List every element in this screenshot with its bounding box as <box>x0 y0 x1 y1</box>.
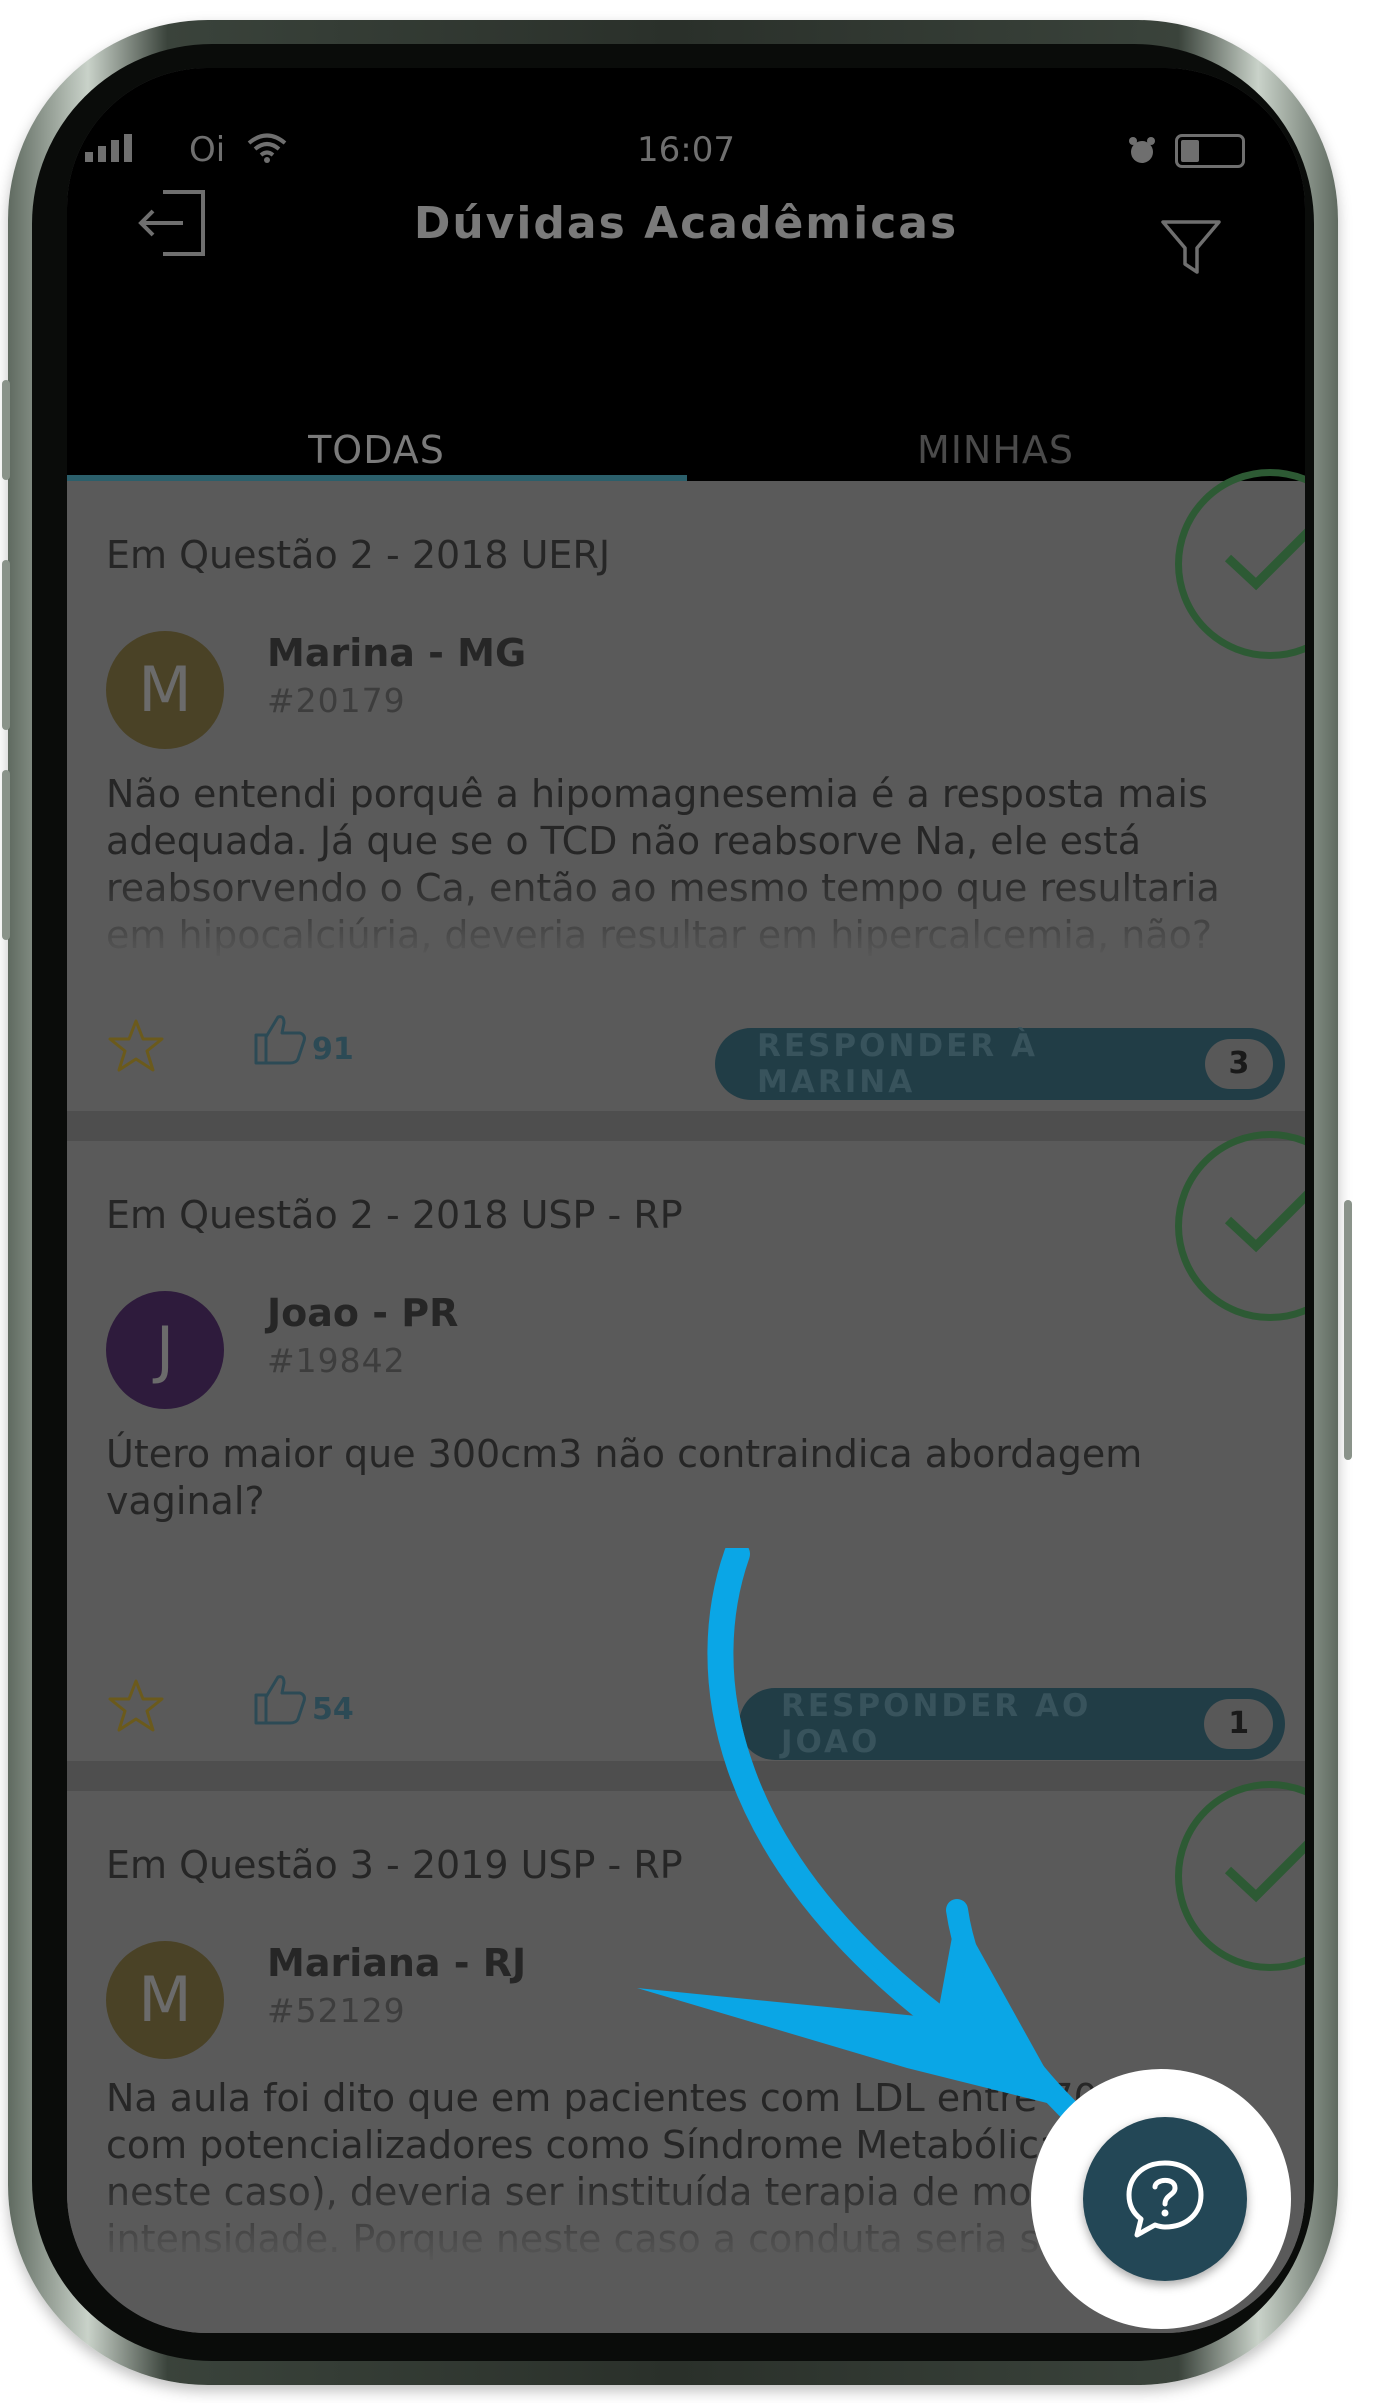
question-chat-icon <box>1126 2160 1204 2238</box>
user-id: #52129 <box>267 1991 406 2030</box>
check-icon <box>1224 1190 1305 1253</box>
reply-label: RESPONDER À MARINA <box>757 1028 1038 1100</box>
ask-question-button[interactable] <box>1083 2117 1247 2281</box>
star-icon[interactable] <box>106 1677 166 1735</box>
card-divider <box>67 1111 1305 1141</box>
side-button-volume-down <box>2 770 10 940</box>
avatar: J <box>106 1291 224 1409</box>
user-name: Mariana - RJ <box>267 1941 527 1985</box>
question-reference: Em Questão 2 - 2018 USP - RP <box>106 1193 683 1237</box>
reply-button[interactable]: RESPONDER À MARINA 3 <box>715 1028 1285 1100</box>
star-icon[interactable] <box>106 1017 166 1075</box>
avatar: M <box>106 631 224 749</box>
resolved-badge <box>1175 469 1305 659</box>
resolved-badge <box>1175 1131 1305 1321</box>
check-icon <box>1224 1840 1305 1903</box>
avatar: M <box>106 1941 224 2059</box>
tab-minhas[interactable]: MINHAS <box>686 348 1305 478</box>
app-header: Oi 16:07 Dúvidas Acadêmicas TODAS MINHAS <box>67 68 1305 488</box>
page-title: Dúvidas Acadêmicas <box>413 198 959 249</box>
question-reference: Em Questão 3 - 2019 USP - RP <box>106 1843 683 1887</box>
check-icon <box>1224 528 1305 591</box>
thumbs-up-icon <box>254 1015 306 1065</box>
user-name: Joao - PR <box>267 1291 459 1335</box>
user-name: Marina - MG <box>267 631 527 675</box>
tab-todas[interactable]: TODAS <box>67 348 686 478</box>
status-bar: Oi 16:07 <box>67 130 1305 180</box>
status-right <box>1127 134 1245 168</box>
question-card[interactable]: Em Questão 2 - 2018 UERJ M Marina - MG #… <box>67 469 1305 1111</box>
user-id: #20179 <box>267 681 406 720</box>
like-count: 91 <box>312 1032 354 1067</box>
question-text: Útero maior que 300cm3 não contraindica … <box>106 1432 1143 1523</box>
reply-count-badge: 1 <box>1204 1699 1273 1749</box>
side-button-mute <box>2 380 10 480</box>
text-fade <box>67 871 1305 961</box>
filter-icon[interactable] <box>1159 218 1223 278</box>
thumbs-up-icon <box>254 1675 306 1725</box>
like-count: 54 <box>312 1692 354 1727</box>
annotation-arrow <box>637 1548 1078 2119</box>
like-button[interactable]: 54 <box>252 1671 354 1727</box>
status-time: 16:07 <box>637 130 735 170</box>
battery-icon <box>1175 134 1245 168</box>
alarm-icon <box>1129 137 1155 163</box>
tab-bar: TODAS MINHAS <box>67 348 1305 478</box>
user-id: #19842 <box>267 1341 406 1380</box>
reply-count-badge: 3 <box>1204 1039 1273 1089</box>
app-screen: Oi 16:07 Dúvidas Acadêmicas TODAS MINHAS… <box>67 68 1305 2333</box>
like-button[interactable]: 91 <box>252 1011 354 1067</box>
question-reference: Em Questão 2 - 2018 UERJ <box>106 533 611 577</box>
side-button-volume-up <box>2 560 10 730</box>
resolved-badge <box>1175 1781 1305 1971</box>
side-button-power <box>1344 1200 1352 1460</box>
